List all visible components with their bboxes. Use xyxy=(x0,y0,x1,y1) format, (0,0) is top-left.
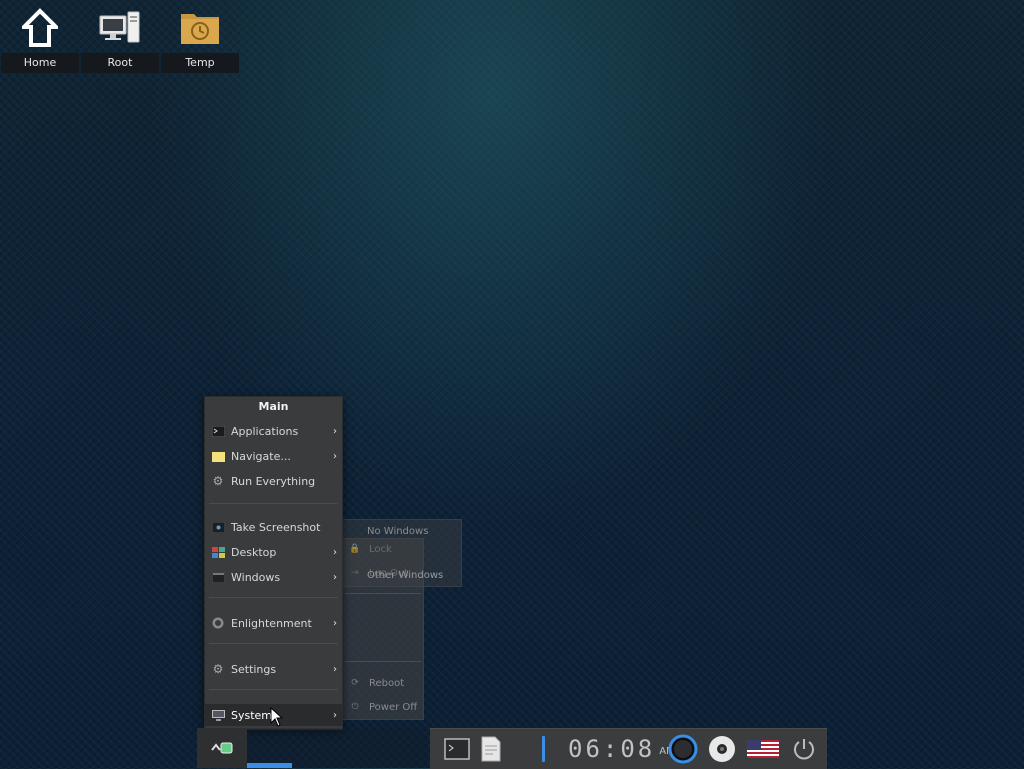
chevron-right-icon: › xyxy=(333,450,337,462)
desktop-icon-temp[interactable]: Temp xyxy=(161,0,239,74)
desktop-icon-home[interactable]: Home xyxy=(1,0,79,74)
enlightenment-icon xyxy=(211,617,225,629)
main-menu: Main Applications › Navigate... › ⚙ Run … xyxy=(204,396,343,730)
start-button[interactable] xyxy=(197,728,247,768)
active-task-indicator xyxy=(247,763,292,768)
clock[interactable]: 06:08 AM xyxy=(568,729,675,769)
taskbar-area xyxy=(247,728,427,768)
disc-icon[interactable] xyxy=(707,729,737,769)
separator xyxy=(209,643,338,644)
submenu-item-other-windows[interactable]: Other Windows xyxy=(367,565,461,585)
chevron-right-icon: › xyxy=(333,571,337,583)
chevron-right-icon: › xyxy=(333,617,337,629)
separator xyxy=(345,661,421,662)
home-icon xyxy=(1,6,79,50)
desktop-icon-root[interactable]: Root xyxy=(81,0,159,74)
folder-clock-icon xyxy=(161,6,239,50)
folder-icon xyxy=(211,450,225,462)
submenu-item-power-off[interactable]: ⏻ Power Off xyxy=(343,697,423,717)
power-icon[interactable] xyxy=(790,729,818,769)
menu-item-run-everything[interactable]: ⚙ Run Everything xyxy=(205,470,342,492)
submenu-item-no-windows: No Windows xyxy=(367,525,429,537)
desktop-icon-label: Root xyxy=(81,53,159,73)
submenu-item-reboot[interactable]: ⟳ Reboot xyxy=(343,673,423,693)
separator xyxy=(209,597,338,598)
desktop-icon xyxy=(211,546,225,558)
monitor-icon xyxy=(211,709,225,721)
menu-item-take-screenshot[interactable]: Take Screenshot xyxy=(205,516,342,538)
chevron-right-icon: › xyxy=(333,663,337,675)
desktop-icon-label: Temp xyxy=(161,53,239,73)
terminal-icon[interactable] xyxy=(442,729,472,769)
settings-icon: ⚙ xyxy=(212,662,224,676)
menu-item-windows[interactable]: Windows › xyxy=(205,566,342,588)
desktop-icon-label: Home xyxy=(1,53,79,73)
system-tray: 06:08 AM xyxy=(430,728,827,769)
mouse-cursor-icon xyxy=(270,707,284,727)
menu-item-applications[interactable]: Applications › xyxy=(205,420,342,442)
windows-submenu: No Windows Other Windows xyxy=(342,519,462,587)
power-icon: ⏻ xyxy=(351,702,359,712)
separator xyxy=(345,593,421,594)
terminal-icon xyxy=(211,425,225,437)
chevron-right-icon: › xyxy=(333,709,337,721)
connman-icon[interactable] xyxy=(666,729,700,769)
separator xyxy=(209,503,338,504)
computer-icon xyxy=(81,6,159,50)
menu-item-navigate[interactable]: Navigate... › xyxy=(205,445,342,467)
menu-title: Main xyxy=(258,400,289,413)
menu-item-desktop[interactable]: Desktop › xyxy=(205,541,342,563)
chevron-right-icon: › xyxy=(333,425,337,437)
screenshot-icon xyxy=(211,521,225,533)
start-menu-icon xyxy=(211,742,233,754)
volume-icon[interactable] xyxy=(534,729,554,769)
reboot-icon: ⟳ xyxy=(351,678,359,688)
windows-icon xyxy=(211,571,225,583)
us-flag-icon[interactable] xyxy=(746,729,780,769)
chevron-right-icon: › xyxy=(333,546,337,558)
clock-time: 06:08 xyxy=(568,735,656,763)
gear-icon: ⚙ xyxy=(212,474,224,488)
file-icon[interactable] xyxy=(478,729,504,769)
menu-item-enlightenment[interactable]: Enlightenment › xyxy=(205,612,342,634)
separator xyxy=(209,689,338,690)
menu-item-settings[interactable]: ⚙ Settings › xyxy=(205,658,342,680)
